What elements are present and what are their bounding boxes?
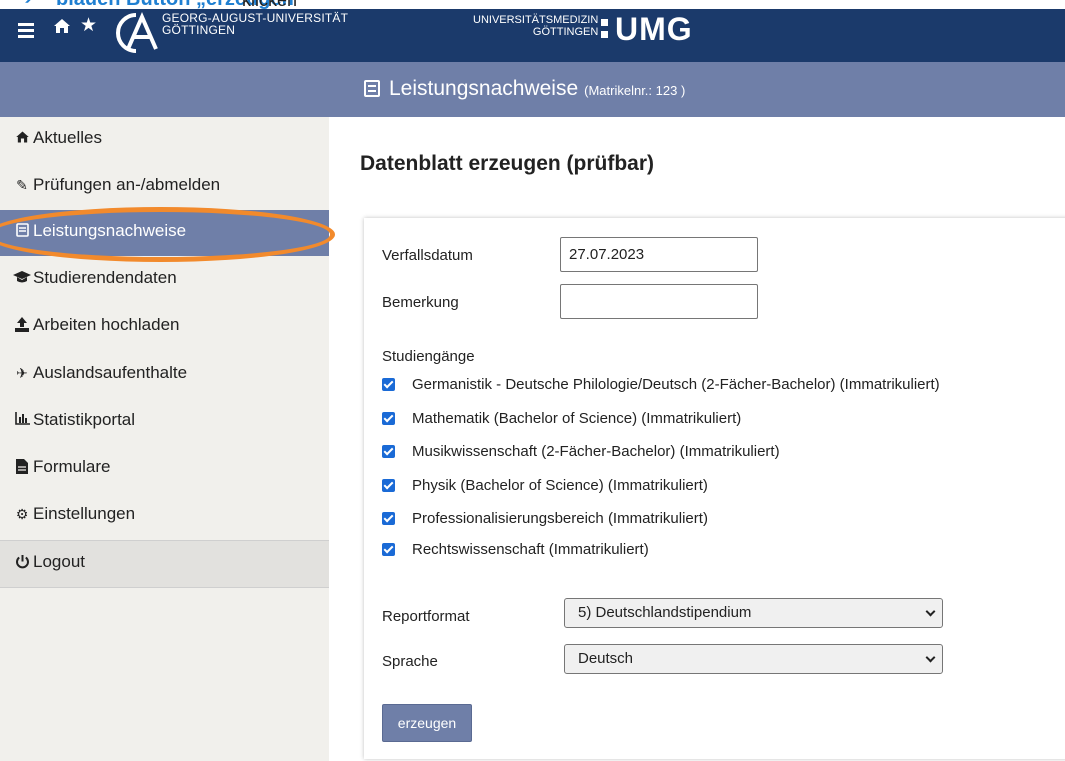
document-icon (13, 223, 31, 240)
sidebar-item-aktuelles[interactable]: Aktuelles (0, 117, 329, 163)
sidebar: Aktuelles ✎ Prüfungen an-/abmelden Leist… (0, 117, 329, 761)
plane-icon: ✈ (16, 365, 28, 381)
sidebar-item-studierendendaten[interactable]: Studierendendaten (0, 257, 329, 303)
program-label: Professionalisierungsbereich (Immatrikul… (412, 510, 708, 527)
edit-icon: ✎ (16, 177, 28, 193)
sidebar-item-einstellungen[interactable]: ⚙ Einstellungen (0, 493, 329, 539)
sidebar-item-auslandsaufenthalte[interactable]: ✈ Auslandsaufenthalte (0, 352, 329, 398)
language-value: Deutsch (578, 650, 634, 667)
expiry-date-input[interactable] (560, 237, 758, 272)
sidebar-item-label: Einstellungen (33, 504, 136, 523)
sidebar-item-label: Studierendendaten (33, 268, 177, 287)
file-icon (13, 459, 31, 477)
checkbox-checked[interactable] (382, 412, 395, 425)
divider (0, 587, 329, 588)
graduation-cap-icon (13, 270, 31, 286)
umg-logo[interactable]: UMG (615, 11, 693, 48)
section-title: Leistungsnachweise (389, 77, 579, 100)
programs-label: Studiengänge (382, 348, 475, 365)
sidebar-item-label: Aktuelles (33, 128, 102, 147)
university-name-line-2: GÖTTINGEN (162, 23, 236, 37)
program-label: Germanistik - Deutsche Philologie/Deutsc… (412, 376, 940, 393)
page-title: Datenblatt erzeugen (prüfbar) (360, 152, 655, 175)
upload-icon (13, 317, 31, 335)
checkbox-checked[interactable] (382, 445, 395, 458)
site-header: ★ GEORG-AUGUST-UNIVERSITÄT GÖTTINGEN UNI… (0, 9, 1065, 62)
remark-input[interactable] (560, 284, 758, 319)
sidebar-item-formulare[interactable]: Formulare (0, 446, 329, 492)
checkbox-checked[interactable] (382, 512, 395, 525)
star-icon[interactable]: ★ (80, 14, 97, 37)
program-label: Mathematik (Bachelor of Science) (Immatr… (412, 410, 742, 427)
umg-text-line-1: UNIVERSITÄTSMEDIZIN (473, 14, 599, 26)
language-label: Sprache (382, 653, 438, 670)
sidebar-item-leistungsnachweise[interactable]: Leistungsnachweise (0, 210, 329, 256)
umg-text: UNIVERSITÄTSMEDIZIN GÖTTINGEN (473, 14, 598, 38)
sidebar-item-label: Leistungsnachweise (33, 221, 187, 240)
chevron-down-icon (925, 652, 936, 663)
sidebar-item-label: Arbeiten hochladen (33, 315, 180, 334)
sidebar-item-label: Auslandsaufenthalte (33, 363, 188, 382)
remark-label: Bemerkung (382, 294, 459, 311)
sidebar-item-pruefungen[interactable]: ✎ Prüfungen an-/abmelden (0, 164, 329, 210)
power-icon (13, 554, 31, 572)
home-icon (13, 130, 31, 147)
sidebar-item-label: Statistikportal (33, 410, 136, 429)
menu-icon[interactable] (18, 23, 34, 39)
sidebar-item-label: Logout (33, 552, 85, 571)
arrow-icon: ➔ (18, 0, 33, 9)
bar-chart-icon (13, 412, 31, 428)
program-label: Physik (Bachelor of Science) (Immatrikul… (412, 477, 708, 494)
checkbox-checked[interactable] (382, 378, 395, 391)
sidebar-item-label: Prüfungen an-/abmelden (33, 175, 221, 194)
report-format-select[interactable]: 5) Deutschlandstipendium (564, 598, 943, 628)
gear-icon: ⚙ (15, 506, 29, 522)
sidebar-item-statistikportal[interactable]: Statistikportal (0, 399, 329, 445)
report-format-value: 5) Deutschlandstipendium (578, 604, 752, 621)
university-logo[interactable] (106, 11, 160, 55)
report-format-label: Reportformat (382, 608, 470, 625)
matriculation-number: (Matrikelnr.: 123 ) (584, 83, 686, 98)
sidebar-item-arbeiten-hochladen[interactable]: Arbeiten hochladen (0, 304, 329, 350)
program-label: Musikwissenschaft (2-Fächer-Bachelor) (I… (412, 443, 780, 460)
umg-text-line-2: GÖTTINGEN (532, 26, 599, 38)
umg-colon-mark (601, 19, 609, 43)
checkbox-checked[interactable] (382, 543, 395, 556)
expiry-label: Verfallsdatum (382, 247, 473, 264)
university-name: GEORG-AUGUST-UNIVERSITÄT GÖTTINGEN (162, 12, 348, 36)
sidebar-item-label: Formulare (33, 457, 111, 476)
chevron-down-icon (925, 606, 936, 617)
program-label: Rechtswissenschaft (Immatrikuliert) (412, 541, 649, 558)
page-title-bar: Leistungsnachweise (Matrikelnr.: 123 ) (0, 62, 1065, 117)
generate-button[interactable]: erzeugen (382, 704, 472, 742)
checkbox-checked[interactable] (382, 479, 395, 492)
sidebar-item-logout[interactable]: Logout (0, 541, 329, 587)
home-icon[interactable] (53, 17, 73, 37)
document-icon (364, 80, 380, 97)
language-select[interactable]: Deutsch (564, 644, 943, 674)
